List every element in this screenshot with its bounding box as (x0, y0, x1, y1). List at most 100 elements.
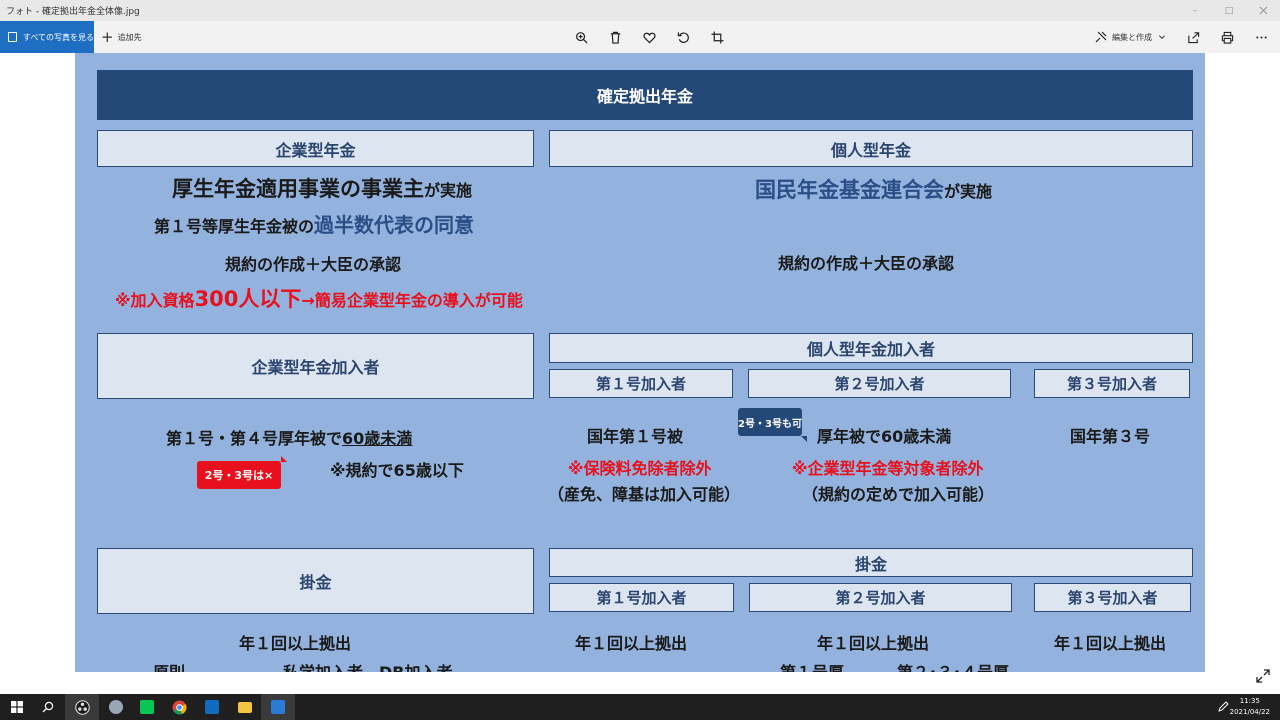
photo-viewer[interactable]: 確定拠出年金 企業型年金 個人型年金 厚生年金適用事業の事業主が実施 第１号等厚… (0, 53, 1280, 694)
corp-contrib-partial-b: 私学加入者、DB加入者 (283, 663, 452, 672)
edit-icon (1095, 31, 1107, 43)
add-to-label: 追加先 (117, 32, 142, 42)
ind1-members-text: 国年第１号被 (587, 427, 684, 446)
add-to-button[interactable]: + 追加先 (101, 21, 142, 53)
corp-members-text: 第１号・第４号厚年被で60歳未満 (166, 429, 413, 448)
print-button[interactable] (1210, 21, 1244, 53)
ind3-contrib-text: 年１回以上拠出 (1054, 634, 1167, 653)
zoom-button[interactable] (564, 21, 598, 53)
corp-contrib-header: 掛金 (97, 548, 534, 614)
ind2-contrib-text: 年１回以上拠出 (817, 634, 930, 653)
window-controls: – □ (1178, 0, 1280, 21)
windows-taskbar: 11:35 2021/04/22 (0, 694, 1280, 720)
individual-line2: 規約の作成＋大臣の承認 (778, 254, 955, 273)
photos-toolbar: すべての写真を見る + 追加先 編集と作成 (0, 21, 1280, 53)
ind1-contrib-text: 年１回以上拠出 (575, 634, 688, 653)
taskbar-obs[interactable] (65, 694, 99, 720)
photos-tile-icon (109, 700, 123, 714)
more-button[interactable] (1244, 21, 1278, 53)
center-toolbar (564, 21, 734, 53)
taskbar-outlook[interactable] (195, 694, 229, 720)
chevron-down-icon (1159, 35, 1165, 39)
taskbar-explorer[interactable] (228, 694, 262, 720)
corp-members-badge: 2号・3号は× (197, 456, 287, 489)
taskbar-photos[interactable] (261, 694, 295, 720)
window-title: フォト - 確定拠出年金全体像.jpg (6, 7, 140, 17)
corp-contrib-partial-a: 原則 (153, 663, 185, 672)
delete-button[interactable] (598, 21, 632, 53)
ind-contrib-header: 掛金 (549, 548, 1193, 577)
search-icon (42, 701, 54, 713)
ind1-members-note: （産免、障基は加入可能） (548, 485, 741, 504)
corporate-line2: 第１号等厚生年金被の過半数代表の同意 (154, 213, 475, 237)
minimize-button[interactable]: – (1178, 0, 1212, 21)
close-button[interactable] (1246, 0, 1280, 21)
pen-tray-icon[interactable] (1217, 701, 1229, 713)
outlook-icon (205, 700, 219, 714)
ind-contrib-sub2: 第２号加入者 (749, 583, 1012, 612)
close-icon (1259, 6, 1267, 15)
corporate-header: 企業型年金 (97, 130, 534, 167)
windows-start-icon (11, 701, 23, 713)
corporate-note: ※加入資格300人以下→簡易企業型年金の導入が可能 (115, 287, 523, 311)
share-icon (1187, 31, 1199, 43)
clock-time: 11:35 (1239, 697, 1260, 705)
clock-date: 2021/04/22 (1229, 708, 1270, 716)
crop-icon (710, 30, 724, 44)
corp-members-header: 企業型年金加入者 (97, 333, 534, 399)
start-button[interactable] (0, 694, 34, 720)
edit-create-label: 編集と作成 (1112, 32, 1152, 42)
chrome-icon (172, 700, 186, 715)
plus-icon: + (101, 28, 114, 46)
corporate-line1: 厚生年金適用事業の事業主が実施 (172, 177, 473, 201)
ind2-members-text: 厚年被で60歳未満 (817, 427, 952, 446)
taskbar-photos-tile[interactable] (99, 694, 133, 720)
slide-banner: 確定拠出年金 (97, 70, 1193, 120)
taskbar-search-button[interactable] (31, 694, 65, 720)
expand-icon[interactable] (1255, 668, 1271, 684)
crop-button[interactable] (700, 21, 734, 53)
obs-icon (74, 699, 90, 715)
title-bar: フォト - 確定拠出年金全体像.jpg – □ (0, 0, 1280, 21)
ind2-members-note: （規約の定めで加入可能） (802, 485, 995, 504)
corp-members-note: ※規約で65歳以下 (330, 461, 464, 480)
maximize-button[interactable]: □ (1212, 0, 1246, 21)
ind1-members-note-red: ※保険料免除者除外 (568, 459, 712, 478)
favorite-button[interactable] (632, 21, 666, 53)
ind-members-sub3: 第３号加入者 (1034, 369, 1190, 398)
edit-create-button[interactable]: 編集と作成 (1095, 21, 1166, 53)
ind-contrib-sub3: 第３号加入者 (1034, 583, 1191, 612)
ind-members-sub1: 第１号加入者 (549, 369, 733, 398)
right-toolbar (1176, 21, 1278, 53)
ind2-members-badge: 2号・3号も可 (738, 408, 807, 442)
ind2-members-note-red: ※企業型年金等対象者除外 (792, 459, 984, 478)
taskbar-chrome[interactable] (162, 694, 196, 720)
line-icon (140, 700, 154, 714)
individual-line1: 国民年金基金連合会が実施 (755, 178, 993, 202)
zoom-icon (575, 31, 587, 43)
ind-members-sub2: 第２号加入者 (748, 369, 1011, 398)
slide-image: 確定拠出年金 企業型年金 個人型年金 厚生年金適用事業の事業主が実施 第１号等厚… (75, 53, 1205, 672)
ind-members-header: 個人型年金加入者 (549, 333, 1193, 363)
ind3-members-text: 国年第３号 (1070, 427, 1151, 446)
gallery-icon (8, 32, 17, 42)
ind-contrib-partial-b: 第２･３･４号厚 (897, 663, 1009, 672)
print-icon (1221, 31, 1233, 44)
system-clock[interactable]: 11:35 2021/04/22 (1230, 696, 1270, 718)
ind-contrib-sub1: 第１号加入者 (549, 583, 734, 612)
heart-icon (642, 32, 656, 43)
all-photos-button[interactable]: すべての写真を見る (0, 21, 94, 53)
individual-header: 個人型年金 (549, 130, 1193, 167)
corp-contrib-text: 年１回以上拠出 (239, 634, 352, 653)
trash-icon (610, 31, 620, 44)
share-button[interactable] (1176, 21, 1210, 53)
corporate-line3: 規約の作成＋大臣の承認 (225, 255, 402, 274)
taskbar-line[interactable] (130, 694, 164, 720)
more-icon (1255, 35, 1267, 39)
rotate-button[interactable] (666, 21, 700, 53)
explorer-icon (238, 701, 252, 713)
ind-contrib-partial-a: 第１号厚 (780, 663, 844, 672)
rotate-icon (677, 31, 689, 43)
photos-icon (271, 700, 285, 714)
all-photos-label: すべての写真を見る (22, 32, 94, 42)
